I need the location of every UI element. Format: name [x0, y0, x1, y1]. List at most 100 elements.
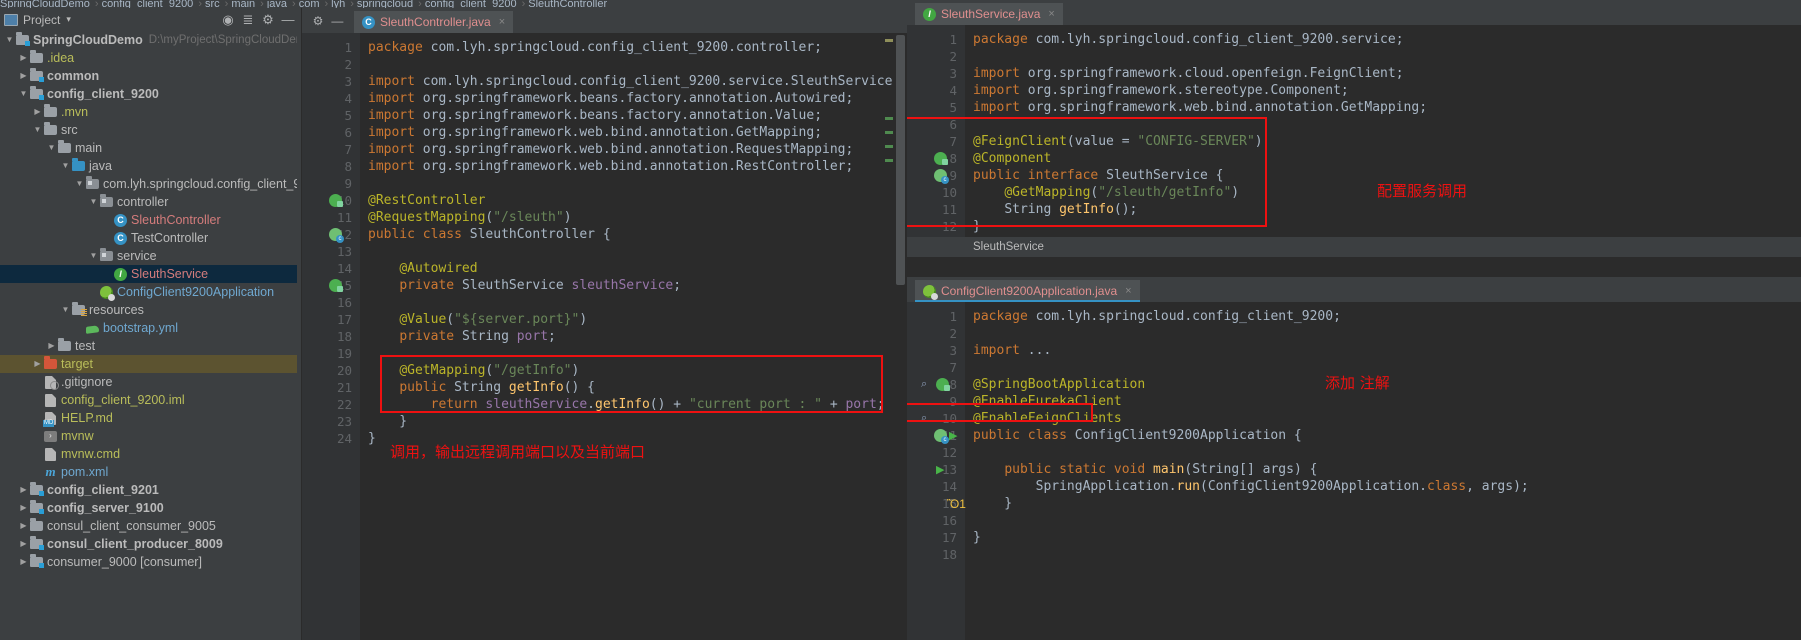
gear-icon[interactable]: ⚙: [313, 14, 324, 28]
tree-item[interactable]: ▶ common: [0, 67, 297, 85]
chevron-right-icon[interactable]: ▶: [18, 499, 29, 517]
run-gutter-icon[interactable]: ▶: [936, 463, 949, 476]
chevron-right-icon[interactable]: ▶: [18, 49, 29, 67]
search-gutter-icon[interactable]: ⌕: [921, 412, 934, 425]
chevron-right-icon[interactable]: ▶: [102, 211, 113, 229]
chevron-right-icon[interactable]: ▶: [32, 463, 43, 481]
chevron-right-icon[interactable]: ▶: [74, 319, 85, 337]
breadcrumb-item[interactable]: config_client_9200: [425, 0, 517, 8]
breadcrumb-item[interactable]: java: [267, 0, 287, 8]
left-vertical-scrollbar[interactable]: [894, 33, 907, 640]
breadcrumb-item[interactable]: lyh: [331, 0, 345, 8]
breadcrumb-item[interactable]: springcloud: [357, 0, 413, 8]
chevron-down-icon[interactable]: ▼: [60, 301, 71, 319]
chevron-right-icon[interactable]: ▶: [32, 373, 43, 391]
spring-class-gutter-icon[interactable]: [934, 429, 949, 444]
run-gutter-icon[interactable]: ▶: [949, 429, 962, 442]
chevron-down-icon[interactable]: ▼: [88, 193, 99, 211]
tree-item[interactable]: ▼ com.lyh.springcloud.config_client_92: [0, 175, 297, 193]
breadcrumb-item[interactable]: main: [231, 0, 255, 8]
left-code-area[interactable]: 1 2 3 4 5 6 7 8 9 10 11 12 13 14 15 16 17 18 19 20 21 22 23 24 …: [302, 33, 907, 640]
autowired-gutter-icon[interactable]: [329, 279, 343, 292]
spring-class-gutter-icon[interactable]: [329, 228, 344, 243]
breadcrumb-item[interactable]: config_client_9200: [102, 0, 194, 8]
tab-sleuth-service[interactable]: I SleuthService.java ×: [915, 3, 1063, 25]
collapse-all-icon[interactable]: ≣: [239, 11, 257, 29]
chevron-right-icon[interactable]: ▶: [32, 445, 43, 463]
hide-icon[interactable]: —: [331, 14, 343, 28]
chevron-right-icon[interactable]: ▶: [18, 535, 29, 553]
chevron-right-icon[interactable]: ▶: [102, 265, 113, 283]
chevron-right-icon[interactable]: ▶: [88, 283, 99, 301]
right-top-gutter[interactable]: 12345678910111213: [907, 25, 965, 257]
tree-item[interactable]: ▼ resources: [0, 301, 297, 319]
tree-item[interactable]: ▶ .mvn: [0, 103, 297, 121]
tree-item[interactable]: ▼ src: [0, 121, 297, 139]
tab-sleuth-controller[interactable]: C SleuthController.java ×: [354, 11, 514, 33]
tree-item[interactable]: ▶ config_server_9100: [0, 499, 297, 517]
tree-item[interactable]: ▶ bootstrap.yml: [0, 319, 297, 337]
chevron-down-icon[interactable]: ▼: [46, 139, 57, 157]
breadcrumb-item[interactable]: SleuthController: [528, 0, 607, 8]
locate-icon[interactable]: ◉: [219, 11, 237, 29]
chevron-down-icon[interactable]: ▼: [88, 247, 99, 265]
intention-bulb-icon[interactable]: Ὂ1: [947, 497, 966, 511]
tree-item[interactable]: ▶ consumer_9000 [consumer]: [0, 553, 297, 571]
chevron-right-icon[interactable]: ▶: [18, 67, 29, 85]
spring-class-gutter-icon[interactable]: [934, 169, 949, 184]
right-bottom-code-area[interactable]: 123789101112131415161718⌕⌕▶▶Ὂ1 package c…: [907, 302, 1801, 640]
tree-item[interactable]: ▼ controller: [0, 193, 297, 211]
tree-item[interactable]: ▶ .gitignore: [0, 373, 297, 391]
left-code-text[interactable]: package com.lyh.springcloud.config_clien…: [360, 33, 907, 640]
chevron-right-icon[interactable]: ▶: [32, 409, 43, 427]
tree-item[interactable]: ▶ test: [0, 337, 297, 355]
tree-item[interactable]: ▶ config_client_9201: [0, 481, 297, 499]
spring-bean-gutter-icon[interactable]: [329, 194, 343, 207]
right-bottom-gutter[interactable]: 123789101112131415161718⌕⌕▶▶Ὂ1: [907, 302, 966, 640]
chevron-down-icon[interactable]: ▾: [66, 14, 71, 25]
chevron-down-icon[interactable]: ▼: [60, 157, 71, 175]
chevron-down-icon[interactable]: ▼: [74, 175, 85, 193]
chevron-down-icon[interactable]: ▼: [32, 121, 43, 139]
right-top-code-text[interactable]: package com.lyh.springcloud.config_clien…: [965, 25, 1801, 257]
tree-item[interactable]: ▶ .idea: [0, 49, 297, 67]
left-gutter[interactable]: 1 2 3 4 5 6 7 8 9 10 11 12 13 14 15 16 17 18 19 20 21 22 23 24: [302, 33, 360, 640]
tree-item[interactable]: ▶ HELP.md: [0, 409, 297, 427]
gear-icon[interactable]: ⚙: [259, 11, 277, 29]
chevron-right-icon[interactable]: ▶: [102, 229, 113, 247]
tree-item[interactable]: ▶CTestController: [0, 229, 297, 247]
tree-item[interactable]: ▶ consul_client_producer_8009: [0, 535, 297, 553]
chevron-right-icon[interactable]: ▶: [18, 553, 29, 571]
tree-item[interactable]: ▶ISleuthService: [0, 265, 297, 283]
project-tree[interactable]: ▼ SpringCloudDemo D:\myProject\SpringCloud…: [0, 31, 297, 640]
close-icon[interactable]: ×: [499, 16, 505, 28]
chevron-right-icon[interactable]: ▶: [32, 391, 43, 409]
tree-item[interactable]: ▼ java: [0, 157, 297, 175]
tree-item[interactable]: ▼ SpringCloudDemo D:\myProject\SpringCloud…: [0, 31, 297, 49]
hide-icon[interactable]: —: [279, 11, 297, 29]
tree-item[interactable]: ▶ target: [0, 355, 297, 373]
search-gutter-icon[interactable]: ⌕: [921, 378, 934, 391]
close-icon[interactable]: ×: [1048, 8, 1054, 20]
chevron-right-icon[interactable]: ▶: [18, 481, 29, 499]
breadcrumb-item[interactable]: SpringCloudDemo: [0, 0, 90, 8]
chevron-down-icon[interactable]: ▼: [18, 85, 29, 103]
close-icon[interactable]: ×: [1125, 285, 1131, 297]
tree-item[interactable]: ▶CSleuthController: [0, 211, 297, 229]
tree-item[interactable]: ▼ service: [0, 247, 297, 265]
chevron-right-icon[interactable]: ▶: [32, 103, 43, 121]
chevron-right-icon[interactable]: ▶: [32, 427, 43, 445]
breadcrumb-item[interactable]: src: [205, 0, 220, 8]
tree-item[interactable]: ▶ ConfigClient9200Application: [0, 283, 297, 301]
chevron-right-icon[interactable]: ▶: [46, 337, 57, 355]
right-top-code-area[interactable]: 12345678910111213 package com.lyh.spring…: [907, 25, 1801, 257]
breadcrumb-item[interactable]: com: [299, 0, 320, 8]
tree-item[interactable]: ▶m pom.xml: [0, 463, 297, 481]
chevron-right-icon[interactable]: ▶: [18, 517, 29, 535]
spring-bean-gutter-icon[interactable]: [934, 152, 948, 165]
tree-item[interactable]: ▶ config_client_9200.iml: [0, 391, 297, 409]
tree-item[interactable]: ▼ main: [0, 139, 297, 157]
tab-config-client-9200-application[interactable]: ConfigClient9200Application.java ×: [915, 280, 1140, 302]
chevron-right-icon[interactable]: ▶: [32, 355, 43, 373]
right-bottom-code-text[interactable]: package com.lyh.springcloud.config_clien…: [965, 302, 1801, 640]
